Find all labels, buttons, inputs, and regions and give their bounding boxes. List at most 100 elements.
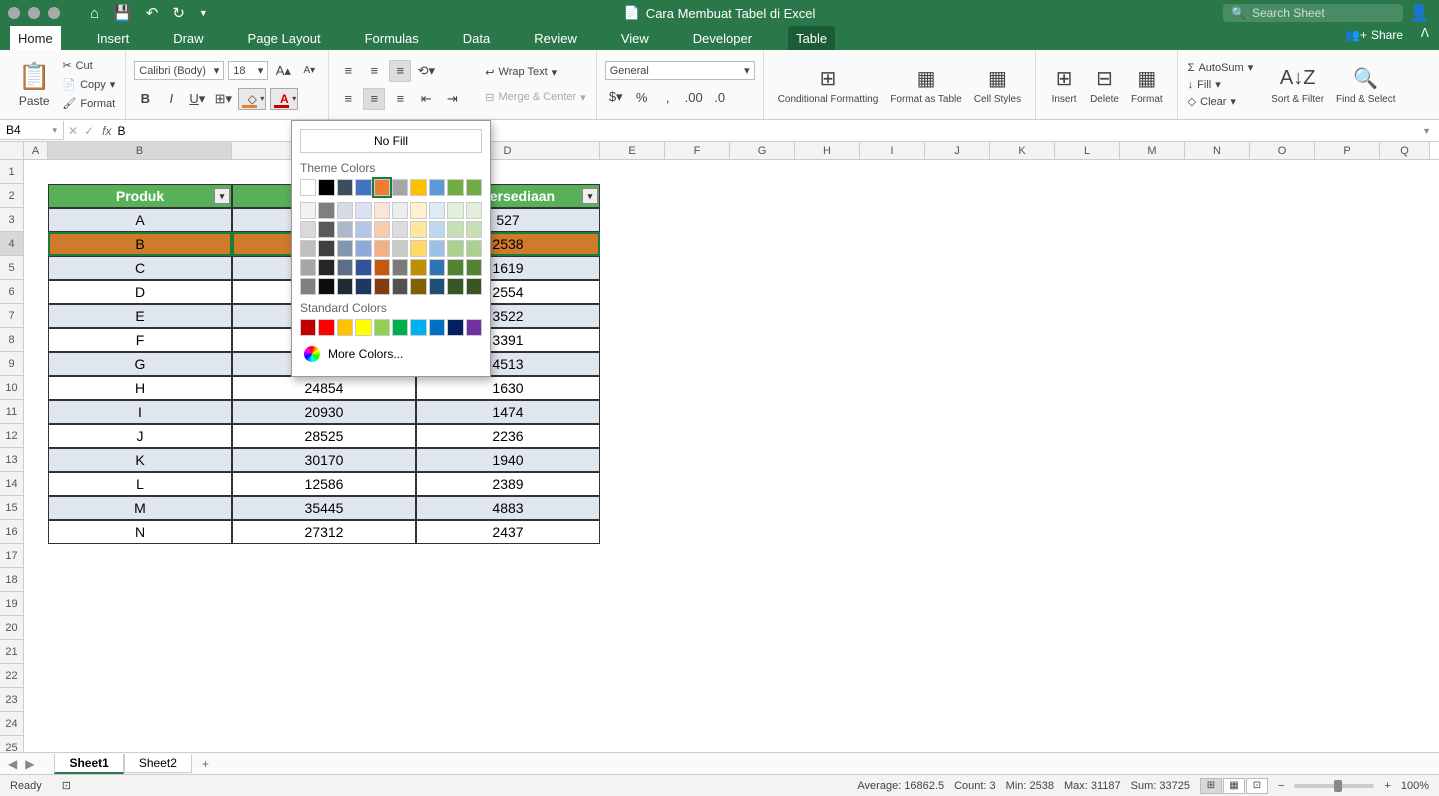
color-swatch[interactable] xyxy=(392,221,408,238)
cell-B12[interactable]: J xyxy=(48,424,232,448)
increase-decimal-button[interactable]: .00 xyxy=(683,86,705,108)
column-header-Q[interactable]: Q xyxy=(1380,142,1430,159)
color-swatch[interactable] xyxy=(410,278,426,295)
color-swatch[interactable] xyxy=(429,259,445,276)
tab-formulas[interactable]: Formulas xyxy=(357,26,427,50)
user-icon[interactable]: 👤 xyxy=(1409,3,1429,23)
color-swatch[interactable] xyxy=(392,179,408,196)
color-swatch[interactable] xyxy=(300,202,316,219)
column-header-L[interactable]: L xyxy=(1055,142,1120,159)
color-swatch[interactable] xyxy=(374,202,390,219)
color-swatch[interactable] xyxy=(447,179,463,196)
align-left-button[interactable]: ≡ xyxy=(337,88,359,110)
row-header-6[interactable]: 6 xyxy=(0,280,24,304)
cell-B6[interactable]: D xyxy=(48,280,232,304)
close-window-icon[interactable] xyxy=(8,7,20,19)
color-swatch[interactable] xyxy=(300,179,316,196)
row-header-14[interactable]: 14 xyxy=(0,472,24,496)
cell-D16[interactable]: 2437 xyxy=(416,520,600,544)
cell-D11[interactable]: 1474 xyxy=(416,400,600,424)
select-all-corner[interactable] xyxy=(0,142,24,159)
accept-formula-icon[interactable]: ✓ xyxy=(84,124,94,138)
cell-B4[interactable]: B xyxy=(48,232,232,256)
color-swatch[interactable] xyxy=(318,179,334,196)
tab-table[interactable]: Table xyxy=(788,26,835,50)
color-swatch[interactable] xyxy=(355,278,371,295)
color-swatch[interactable] xyxy=(447,240,463,257)
color-swatch[interactable] xyxy=(429,179,445,196)
cell-C16[interactable]: 27312 xyxy=(232,520,416,544)
align-right-button[interactable]: ≡ xyxy=(389,88,411,110)
minimize-window-icon[interactable] xyxy=(28,7,40,19)
color-swatch[interactable] xyxy=(392,259,408,276)
cell-B8[interactable]: F xyxy=(48,328,232,352)
row-header-22[interactable]: 22 xyxy=(0,664,24,688)
save-icon[interactable]: 💾 xyxy=(113,4,132,22)
underline-button[interactable]: U▾ xyxy=(186,88,208,110)
insert-cells-button[interactable]: ⊞Insert xyxy=(1044,62,1084,107)
cell-B15[interactable]: M xyxy=(48,496,232,520)
format-as-table-button[interactable]: ▦Format as Table xyxy=(884,62,968,107)
color-swatch[interactable] xyxy=(447,278,463,295)
redo-icon[interactable]: ↻ xyxy=(172,4,185,22)
column-header-I[interactable]: I xyxy=(860,142,925,159)
comma-button[interactable]: , xyxy=(657,86,679,108)
color-swatch[interactable] xyxy=(318,278,334,295)
more-colors-button[interactable]: More Colors... xyxy=(300,340,482,368)
color-swatch[interactable] xyxy=(410,319,426,336)
cell-B11[interactable]: I xyxy=(48,400,232,424)
column-header-K[interactable]: K xyxy=(990,142,1055,159)
currency-button[interactable]: $▾ xyxy=(605,86,627,108)
search-sheet-input[interactable]: 🔍 Search Sheet xyxy=(1223,4,1403,22)
color-swatch[interactable] xyxy=(429,221,445,238)
cell-C10[interactable]: 24854 xyxy=(232,376,416,400)
column-header-B[interactable]: B xyxy=(48,142,232,159)
column-header-J[interactable]: J xyxy=(925,142,990,159)
name-box[interactable]: B4▾ xyxy=(0,121,64,140)
cell-B9[interactable]: G xyxy=(48,352,232,376)
normal-view-button[interactable]: ⊞ xyxy=(1200,778,1222,794)
border-button[interactable]: ⊞▾ xyxy=(212,88,234,110)
align-middle-button[interactable]: ≡ xyxy=(363,60,385,82)
cell-B10[interactable]: H xyxy=(48,376,232,400)
color-swatch[interactable] xyxy=(355,202,371,219)
row-header-18[interactable]: 18 xyxy=(0,568,24,592)
decrease-indent-button[interactable]: ⇤ xyxy=(415,88,437,110)
conditional-formatting-button[interactable]: ⊞Conditional Formatting xyxy=(772,62,885,107)
color-swatch[interactable] xyxy=(300,319,316,336)
cell-B16[interactable]: N xyxy=(48,520,232,544)
expand-formula-icon[interactable]: ▼ xyxy=(1422,126,1431,136)
merge-center-button[interactable]: ⊟Merge & Center ▾ xyxy=(483,90,587,105)
color-swatch[interactable] xyxy=(447,319,463,336)
color-swatch[interactable] xyxy=(337,278,353,295)
macro-recorder-icon[interactable]: ⊡ xyxy=(62,779,71,792)
align-center-button[interactable]: ≡ xyxy=(363,88,385,110)
color-swatch[interactable] xyxy=(337,179,353,196)
cell-C11[interactable]: 20930 xyxy=(232,400,416,424)
cell-D10[interactable]: 1630 xyxy=(416,376,600,400)
row-header-13[interactable]: 13 xyxy=(0,448,24,472)
no-fill-button[interactable]: No Fill xyxy=(300,129,482,153)
color-swatch[interactable] xyxy=(355,179,371,196)
color-swatch[interactable] xyxy=(466,202,482,219)
sheet-nav-prev-icon[interactable]: ◀ xyxy=(8,757,17,771)
row-header-21[interactable]: 21 xyxy=(0,640,24,664)
column-header-P[interactable]: P xyxy=(1315,142,1380,159)
tab-view[interactable]: View xyxy=(613,26,657,50)
tab-review[interactable]: Review xyxy=(526,26,585,50)
orientation-button[interactable]: ⟲▾ xyxy=(415,60,437,82)
zoom-slider[interactable] xyxy=(1294,784,1374,788)
color-swatch[interactable] xyxy=(355,259,371,276)
number-format-select[interactable]: General▾ xyxy=(605,61,755,80)
row-header-2[interactable]: 2 xyxy=(0,184,24,208)
color-swatch[interactable] xyxy=(318,202,334,219)
tab-developer[interactable]: Developer xyxy=(685,26,760,50)
cell-B2[interactable]: Produk▾ xyxy=(48,184,232,208)
color-swatch[interactable] xyxy=(355,319,371,336)
sort-filter-button[interactable]: A↓ZSort & Filter xyxy=(1265,62,1330,107)
format-cells-button[interactable]: ▦Format xyxy=(1125,62,1169,107)
column-header-F[interactable]: F xyxy=(665,142,730,159)
cell-D13[interactable]: 1940 xyxy=(416,448,600,472)
color-swatch[interactable] xyxy=(392,319,408,336)
sheet-tab-2[interactable]: Sheet2 xyxy=(124,754,192,773)
